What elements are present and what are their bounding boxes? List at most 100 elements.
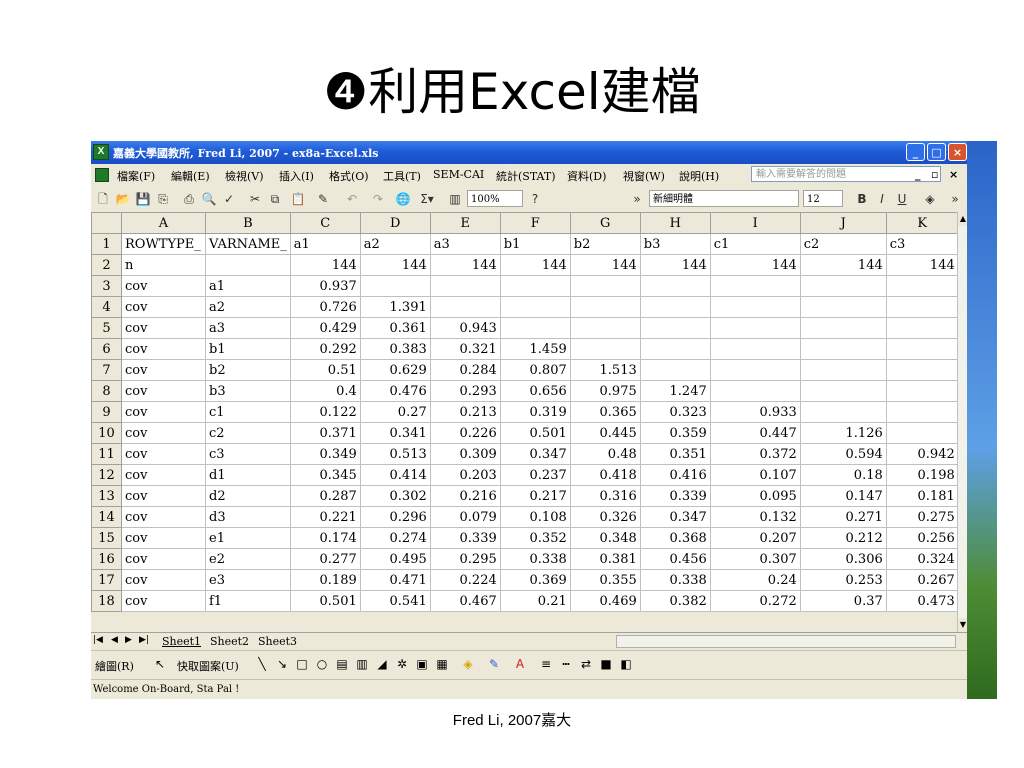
column-header[interactable]: G — [569, 212, 641, 234]
cell[interactable]: 1.391 — [359, 296, 431, 318]
row-header[interactable]: 6 — [91, 338, 122, 360]
cell[interactable] — [569, 275, 641, 297]
cell[interactable]: 0.275 — [885, 506, 959, 528]
cell[interactable]: 0.18 — [799, 464, 887, 486]
cell[interactable]: 0.937 — [289, 275, 361, 297]
redo-icon[interactable]: ↷ — [367, 191, 389, 207]
row-header[interactable]: 11 — [91, 443, 122, 465]
doc-restore-icon[interactable]: ▫ — [931, 168, 938, 181]
cell[interactable] — [639, 317, 711, 339]
row-header[interactable]: 12 — [91, 464, 122, 486]
cell[interactable]: cov — [121, 401, 206, 423]
cell[interactable] — [499, 275, 571, 297]
cell[interactable] — [359, 275, 431, 297]
cell[interactable] — [569, 296, 641, 318]
cell[interactable]: 0.174 — [289, 527, 361, 549]
cell[interactable]: 0.217 — [499, 485, 571, 507]
arrow-icon[interactable]: ↘ — [275, 657, 289, 671]
cell[interactable]: 0.306 — [799, 548, 887, 570]
cell[interactable]: d1 — [205, 464, 291, 486]
toolbar-options-icon-2[interactable]: » — [949, 191, 961, 207]
excel-app-icon[interactable]: X — [93, 144, 109, 160]
cell[interactable]: 0.339 — [429, 527, 501, 549]
cell[interactable] — [799, 401, 887, 423]
cell[interactable]: 0.296 — [359, 506, 431, 528]
cell[interactable]: 0.414 — [359, 464, 431, 486]
cell[interactable]: 144 — [885, 254, 959, 276]
last-sheet-icon[interactable]: ▶| — [139, 635, 149, 645]
cut-icon[interactable]: ✂ — [247, 191, 263, 207]
cell[interactable] — [499, 317, 571, 339]
cell[interactable]: 0.27 — [359, 401, 431, 423]
paste-icon[interactable]: 📋 — [287, 191, 309, 207]
next-sheet-icon[interactable]: ▶ — [125, 635, 132, 645]
cell[interactable]: 0.256 — [885, 527, 959, 549]
cell[interactable] — [429, 275, 501, 297]
cell[interactable]: cov — [121, 548, 206, 570]
cell[interactable]: 0.324 — [885, 548, 959, 570]
cell[interactable]: 144 — [799, 254, 887, 276]
column-header[interactable]: K — [885, 212, 959, 234]
cell[interactable]: 0.347 — [639, 506, 711, 528]
line-icon[interactable]: ╲ — [255, 657, 269, 671]
cell[interactable]: 1.459 — [499, 338, 571, 360]
cell[interactable]: a1 — [205, 275, 291, 297]
document-icon[interactable] — [95, 168, 109, 182]
cell[interactable]: 0.349 — [289, 443, 361, 465]
help-question-input[interactable]: 輸入需要解答的問題 — [751, 166, 941, 182]
cell[interactable]: 1.513 — [569, 359, 641, 381]
shadow-icon[interactable]: ■ — [599, 657, 613, 671]
cell[interactable]: 0.347 — [499, 443, 571, 465]
cell[interactable]: 0.372 — [709, 443, 801, 465]
cell[interactable]: 0.355 — [569, 569, 641, 591]
menu-stat[interactable]: 統計(STAT) — [496, 168, 556, 184]
print-preview-icon[interactable]: 🔍 — [201, 191, 217, 207]
menu-tools[interactable]: 工具(T) — [383, 168, 421, 184]
cell[interactable]: 0.476 — [359, 380, 431, 402]
italic-button[interactable]: I — [875, 191, 889, 207]
arrow-style-icon[interactable]: ⇄ — [579, 657, 593, 671]
cell[interactable] — [799, 359, 887, 381]
column-header[interactable]: B — [205, 212, 291, 234]
rectangle-icon[interactable]: □ — [295, 657, 309, 671]
row-header[interactable]: 2 — [91, 254, 122, 276]
permission-icon[interactable]: ⎘ — [155, 191, 171, 207]
font-color-icon[interactable]: A — [513, 657, 527, 671]
cell[interactable]: 0.352 — [499, 527, 571, 549]
minimize-button[interactable]: _ — [906, 143, 925, 161]
tab-sheet3[interactable]: Sheet3 — [255, 634, 300, 649]
row-header[interactable]: 13 — [91, 485, 122, 507]
cell[interactable]: d3 — [205, 506, 291, 528]
cell[interactable] — [709, 275, 801, 297]
cell[interactable]: 0.933 — [709, 401, 801, 423]
cell[interactable]: 0.942 — [885, 443, 959, 465]
cell[interactable]: 0.321 — [429, 338, 501, 360]
font-select[interactable]: 新細明體 — [649, 190, 799, 207]
dash-style-icon[interactable]: ┅ — [559, 657, 573, 671]
cell[interactable] — [709, 338, 801, 360]
cell[interactable] — [885, 296, 959, 318]
cell[interactable]: 0.224 — [429, 569, 501, 591]
cell[interactable]: 144 — [639, 254, 711, 276]
row-header[interactable]: 18 — [91, 590, 122, 612]
format-painter-icon[interactable]: ✎ — [313, 191, 333, 207]
copy-icon[interactable]: ⧉ — [267, 191, 283, 207]
cell[interactable]: 0.292 — [289, 338, 361, 360]
cell[interactable]: 144 — [289, 254, 361, 276]
font-size-select[interactable]: 12 — [803, 190, 843, 207]
cell[interactable]: 0.416 — [639, 464, 711, 486]
cell[interactable]: 144 — [499, 254, 571, 276]
cell[interactable]: 0.341 — [359, 422, 431, 444]
cell[interactable]: 0.212 — [799, 527, 887, 549]
menu-format[interactable]: 格式(O) — [329, 168, 369, 184]
column-header[interactable]: F — [499, 212, 571, 234]
cell[interactable]: 0.108 — [499, 506, 571, 528]
cell[interactable]: 0.319 — [499, 401, 571, 423]
cell[interactable]: 0.513 — [359, 443, 431, 465]
cell[interactable]: 0.371 — [289, 422, 361, 444]
cell[interactable]: 0.445 — [569, 422, 641, 444]
cell[interactable]: 0.309 — [429, 443, 501, 465]
doc-minimize-icon[interactable]: _ — [915, 168, 921, 181]
clipart-icon[interactable]: ▣ — [415, 657, 429, 671]
cell[interactable]: 0.629 — [359, 359, 431, 381]
